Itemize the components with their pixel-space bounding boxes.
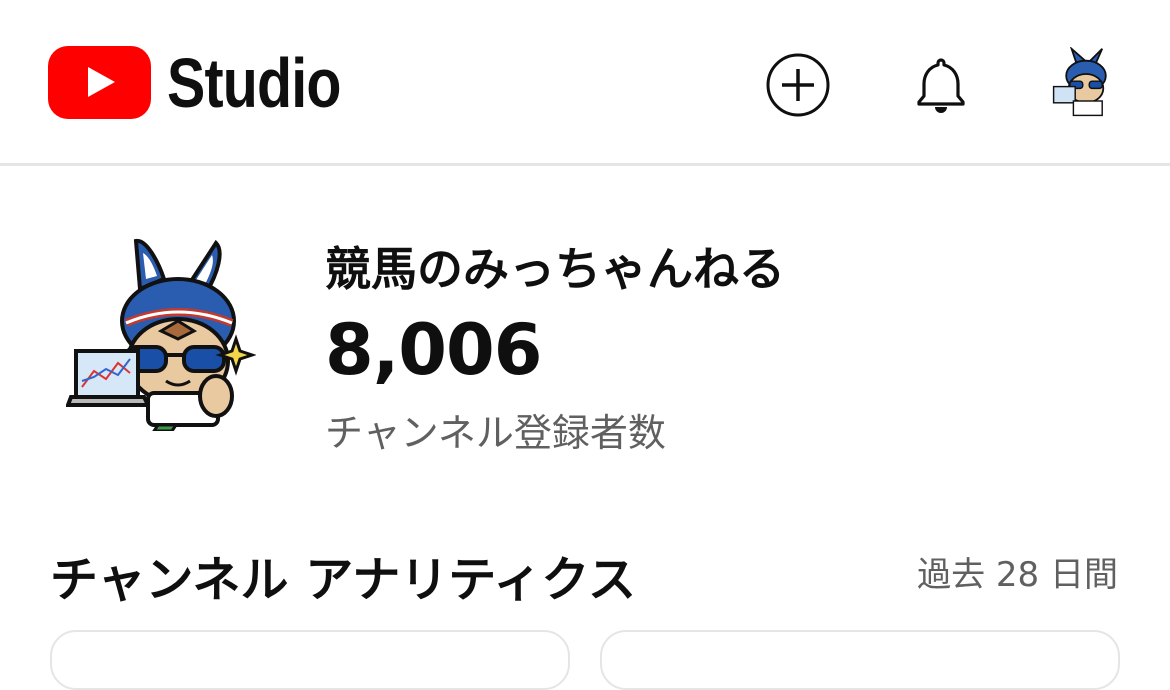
subscriber-count: 8,006	[325, 309, 542, 391]
channel-avatar	[1052, 47, 1107, 117]
analytics-section-title: チャンネル アナリティクス	[50, 552, 636, 608]
analytics-period: 過去 28 日間	[917, 555, 1118, 595]
channel-summary: 競馬のみっちゃんねる 8,006 チャンネル登録者数	[0, 169, 1170, 499]
bell-icon	[917, 58, 965, 113]
analytics-card[interactable]	[600, 630, 1120, 690]
subscriber-label: チャンネル登録者数	[325, 411, 666, 455]
channel-mascot-image	[65, 239, 257, 433]
account-avatar-button[interactable]	[1050, 47, 1122, 119]
channel-avatar[interactable]	[65, 231, 257, 433]
top-app-bar: Studio	[0, 0, 1170, 166]
create-button[interactable]	[765, 52, 831, 118]
channel-name: 競馬のみっちゃんねる	[325, 242, 785, 296]
app-name: Studio	[167, 43, 341, 122]
youtube-studio-logo[interactable]: Studio	[48, 46, 379, 119]
notifications-button[interactable]	[908, 52, 974, 118]
youtube-play-icon	[48, 46, 151, 119]
plus-circle-icon	[766, 53, 830, 117]
analytics-card[interactable]	[50, 630, 570, 690]
